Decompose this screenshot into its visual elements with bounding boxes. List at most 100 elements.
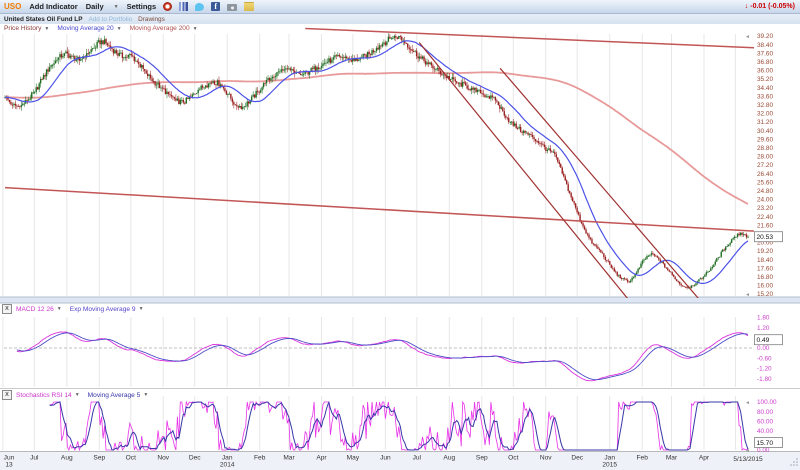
svg-text:-1.20: -1.20: [757, 366, 772, 373]
macd-ema-dropdown[interactable]: Exp Moving Average 9: [70, 306, 136, 313]
svg-text:28.80: 28.80: [757, 145, 773, 152]
svg-text:16.00: 16.00: [757, 283, 773, 290]
svg-text:Oct: Oct: [126, 455, 136, 462]
svg-text:80.00: 80.00: [757, 409, 773, 416]
svg-text:16.80: 16.80: [757, 274, 773, 281]
svg-text:15.70: 15.70: [757, 440, 774, 447]
camera-icon[interactable]: [227, 4, 237, 11]
close-icon[interactable]: X: [2, 390, 12, 400]
svg-text:0.00: 0.00: [757, 345, 770, 352]
svg-text:24.00: 24.00: [757, 197, 773, 204]
svg-text:40.00: 40.00: [757, 428, 773, 435]
svg-text:Jun: Jun: [380, 455, 391, 462]
main-toolbar: USO Add Indicator Daily ▼ Settings ↓ -0.…: [0, 0, 800, 14]
drawings-menu[interactable]: Drawings: [138, 16, 165, 23]
facebook-icon[interactable]: [211, 2, 220, 11]
svg-text:Apr: Apr: [699, 455, 710, 462]
svg-text:33.60: 33.60: [757, 93, 773, 100]
svg-text:36.00: 36.00: [757, 68, 773, 75]
chevron-down-icon[interactable]: ▼: [57, 306, 62, 312]
chevron-down-icon[interactable]: ▼: [117, 26, 122, 32]
svg-text:Jul: Jul: [413, 455, 422, 462]
svg-text:1.20: 1.20: [757, 325, 770, 332]
svg-text:27.20: 27.20: [757, 162, 773, 169]
bar-chart-icon[interactable]: [179, 2, 188, 11]
chevron-down-icon[interactable]: ▼: [114, 4, 119, 10]
svg-text:35.20: 35.20: [757, 76, 773, 83]
svg-text:Jul: Jul: [30, 455, 39, 462]
symbol-row: United States Oil Fund LP Add to Portfol…: [0, 14, 800, 24]
svg-text:38.40: 38.40: [757, 42, 773, 49]
svg-text:1.80: 1.80: [757, 315, 770, 322]
svg-text:0.00: 0.00: [757, 447, 770, 454]
svg-text:2015: 2015: [602, 462, 617, 469]
price-change-readout: ↓ -0.01 (-0.05%): [745, 3, 795, 10]
svg-text:Sep: Sep: [93, 455, 105, 462]
svg-text:Jan: Jan: [222, 455, 233, 462]
svg-text:Apr: Apr: [316, 455, 327, 462]
svg-text:Mar: Mar: [666, 455, 678, 462]
svg-text:29.60: 29.60: [757, 136, 773, 143]
stochastics-panel-header: X Stochastics RSI 14 ▼ Moving Average 5 …: [0, 389, 500, 401]
chevron-down-icon[interactable]: ▼: [44, 26, 49, 32]
svg-text:37.60: 37.60: [757, 50, 773, 57]
stochastics-dropdown[interactable]: Stochastics RSI 14: [16, 392, 72, 399]
chevron-down-icon[interactable]: ▼: [139, 306, 144, 312]
svg-text:Dec: Dec: [571, 455, 583, 462]
svg-text:◄: ◄: [745, 292, 750, 298]
security-name: United States Oil Fund LP: [4, 16, 82, 23]
period-select[interactable]: Daily: [86, 2, 104, 11]
svg-text:25.60: 25.60: [757, 179, 773, 186]
svg-text:32.00: 32.00: [757, 111, 773, 118]
settings-button[interactable]: Settings: [127, 2, 157, 11]
ma200-dropdown[interactable]: Moving Average 200: [130, 25, 190, 32]
record-icon[interactable]: [163, 2, 172, 11]
svg-text:Oct: Oct: [508, 455, 518, 462]
svg-text:Mar: Mar: [283, 455, 295, 462]
svg-text:May: May: [347, 455, 360, 462]
chevron-down-icon[interactable]: ▼: [193, 26, 198, 32]
macd-dropdown[interactable]: MACD 12 26: [16, 306, 54, 313]
macd-panel-header: X MACD 12 26 ▼ Exp Moving Average 9 ▼: [0, 303, 500, 315]
svg-text:Dec: Dec: [189, 455, 201, 462]
svg-text:-1.80: -1.80: [757, 376, 772, 383]
svg-text:Feb: Feb: [637, 455, 649, 462]
svg-text:5/13/2015: 5/13/2015: [733, 456, 763, 463]
add-to-portfolio-link[interactable]: Add to Portfolio: [88, 16, 132, 23]
svg-text:-0.60: -0.60: [757, 355, 772, 362]
symbol-box[interactable]: USO: [4, 2, 21, 11]
svg-text:19.20: 19.20: [757, 248, 773, 255]
svg-text:2014: 2014: [220, 462, 235, 469]
change-value: -0.01 (-0.05%): [750, 3, 795, 10]
svg-text:◄: ◄: [745, 34, 750, 40]
svg-text:34.40: 34.40: [757, 85, 773, 92]
svg-text:13: 13: [5, 462, 13, 469]
svg-text:26.40: 26.40: [757, 171, 773, 178]
ma20-dropdown[interactable]: Moving Average 20: [57, 25, 113, 32]
svg-text:60.00: 60.00: [757, 418, 773, 425]
add-indicator-button[interactable]: Add Indicator: [29, 2, 77, 11]
svg-text:Feb: Feb: [254, 455, 266, 462]
svg-text:23.20: 23.20: [757, 205, 773, 212]
twitter-icon[interactable]: [195, 3, 204, 11]
price-history-dropdown[interactable]: Price History: [4, 25, 41, 32]
svg-text:32.80: 32.80: [757, 102, 773, 109]
svg-text:◄: ◄: [745, 400, 750, 406]
charting-app-window: 39.2038.4037.6036.8036.0035.2034.4033.60…: [0, 0, 800, 470]
stoch-ma-dropdown[interactable]: Moving Average 5: [88, 392, 141, 399]
svg-text:21.60: 21.60: [757, 222, 773, 229]
indicator-row: Price History ▼ Moving Average 20 ▼ Movi…: [0, 24, 800, 33]
folder-icon[interactable]: [244, 3, 254, 11]
chevron-down-icon[interactable]: ▼: [143, 392, 148, 398]
svg-text:0.49: 0.49: [757, 337, 770, 344]
svg-text:22.40: 22.40: [757, 214, 773, 221]
chevron-down-icon[interactable]: ▼: [75, 392, 80, 398]
close-icon[interactable]: X: [2, 304, 12, 314]
svg-text:Nov: Nov: [540, 455, 552, 462]
svg-text:36.80: 36.80: [757, 59, 773, 66]
svg-text:Sep: Sep: [476, 455, 488, 462]
svg-text:18.40: 18.40: [757, 257, 773, 264]
svg-text:Aug: Aug: [443, 455, 455, 462]
svg-text:31.20: 31.20: [757, 119, 773, 126]
svg-text:Nov: Nov: [157, 455, 169, 462]
